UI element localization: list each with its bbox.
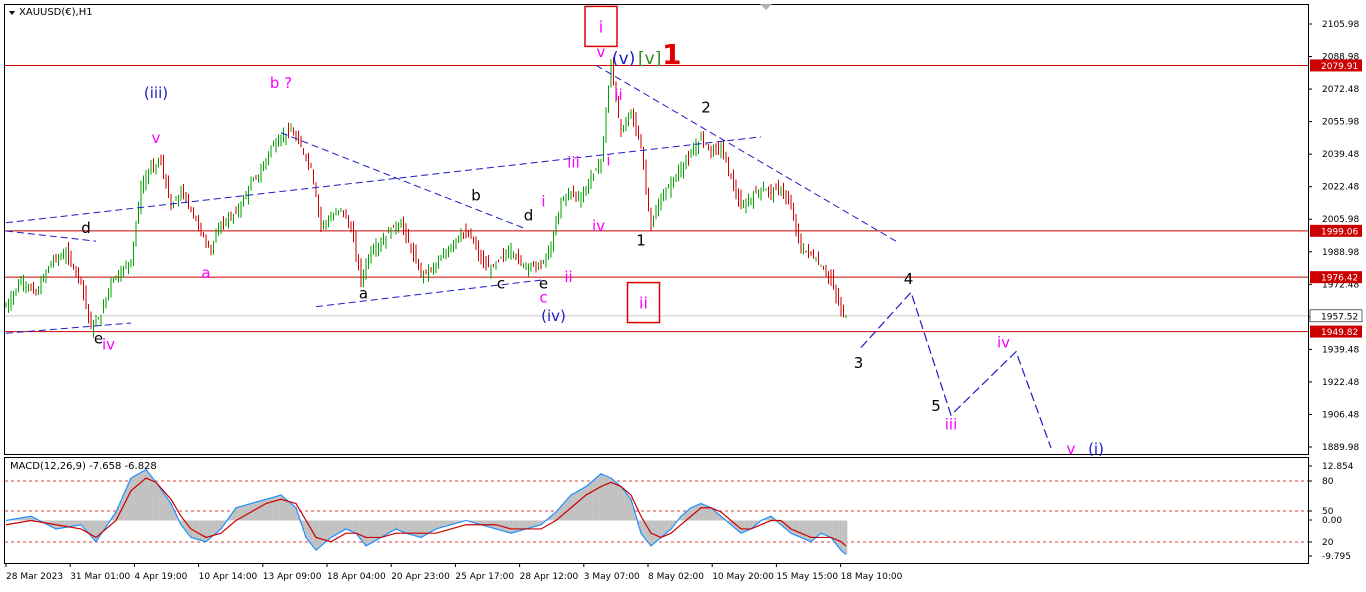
current-price-tag-label: 1957.52 — [1321, 312, 1358, 322]
symbol-title: XAUUSD(€),H1 — [19, 7, 93, 18]
chart-window: d e iv (iii) v a b ? a b c d e c (iv) i ii iii iv i ii v 1 2 3 4… — [0, 0, 1366, 588]
wave-label: d — [524, 207, 534, 225]
degree-label: (v) — [612, 49, 635, 69]
time-axis-label: 10 Apr 14:00 — [199, 572, 258, 582]
time-axis-label: 8 May 02:00 — [648, 572, 704, 582]
wave-label: 4 — [904, 270, 914, 288]
price-level-tag-label: 1999.06 — [1321, 227, 1358, 237]
price-axis-label: 2039.48 — [1322, 150, 1359, 160]
time-axis-label: 3 May 07:00 — [584, 572, 640, 582]
wave-label: i — [606, 152, 610, 170]
wave-label: iii — [567, 154, 580, 172]
price-axis-label: 2022.48 — [1322, 183, 1359, 193]
time-axis-label: 31 Mar 01:00 — [70, 572, 130, 582]
wave-label: b ? — [270, 74, 292, 92]
wave-label: a — [201, 264, 210, 282]
price-axis-label: 1939.48 — [1322, 345, 1359, 355]
macd-axis-label: 12.854 — [1322, 462, 1354, 472]
macd-axis-label: -9.795 — [1322, 552, 1351, 562]
macd-axis-label: 80 — [1322, 477, 1334, 487]
wave-label: 5 — [931, 397, 941, 415]
degree-label: 1 — [662, 38, 681, 71]
wave-label: v — [1067, 440, 1076, 458]
boxed-wave-label: ii — [639, 294, 648, 313]
time-axis-label: 18 Apr 04:00 — [327, 572, 386, 582]
price-axis-label: 2072.48 — [1322, 85, 1359, 95]
wave-label: d — [81, 219, 91, 237]
time-axis-label: 13 Apr 09:00 — [263, 572, 322, 582]
time-axis-label: 28 Apr 12:00 — [520, 572, 579, 582]
wave-label: iv — [102, 336, 115, 354]
wave-label: (iii) — [144, 84, 168, 102]
wave-label: b — [471, 186, 481, 204]
time-axis-label: 25 Apr 17:00 — [455, 572, 514, 582]
macd-panel-frame — [4, 457, 1309, 564]
wave-label: i — [541, 192, 545, 210]
wave-label: 2 — [701, 98, 711, 116]
price-axis-label: 1906.48 — [1322, 410, 1359, 420]
price-axis-label: 1889.98 — [1322, 443, 1359, 453]
price-level-tag-label: 2079.91 — [1321, 62, 1358, 72]
wave-label: c — [497, 274, 505, 292]
wave-label: (i) — [1088, 440, 1104, 458]
macd-axis-label: 20 — [1322, 538, 1334, 548]
price-level-tag-label: 1976.42 — [1321, 274, 1358, 284]
wave-label: iii — [945, 415, 958, 433]
price-level-tag-label: 1949.82 — [1321, 328, 1358, 338]
time-axis-label: 10 May 20:00 — [712, 572, 774, 582]
wave-label: ii — [614, 86, 622, 104]
wave-label: 3 — [854, 354, 864, 372]
wave-label: ii — [564, 268, 572, 286]
price-panel-frame — [4, 4, 1309, 455]
wave-label: c — [539, 289, 547, 307]
price-axis-label: 2055.98 — [1322, 118, 1359, 128]
degree-label: [v] — [638, 49, 661, 69]
time-axis-label: 20 Apr 23:00 — [391, 572, 450, 582]
wave-label: 1 — [636, 231, 646, 249]
wave-label: iv — [592, 217, 605, 235]
wave-label: iv — [997, 334, 1010, 352]
price-axis-label: 2005.98 — [1322, 215, 1359, 225]
price-axis-label: 1988.98 — [1322, 248, 1359, 258]
price-axis-label: 1922.48 — [1322, 378, 1359, 388]
wave-label: v — [152, 129, 161, 147]
time-axis-label: 4 Apr 19:00 — [134, 572, 187, 582]
wave-label: (iv) — [541, 307, 566, 325]
time-axis-label: 15 May 15:00 — [776, 572, 838, 582]
time-axis-label: 18 May 10:00 — [841, 572, 903, 582]
macd-axis-label: 0.00 — [1322, 516, 1342, 526]
wave-label: a — [359, 284, 368, 302]
macd-title: MACD(12,26,9) -7.658 -6.828 — [10, 461, 157, 472]
time-axis-label: 28 Mar 2023 — [6, 572, 63, 582]
price-axis-label: 2105.98 — [1322, 20, 1359, 30]
boxed-wave-label: i — [599, 17, 603, 36]
